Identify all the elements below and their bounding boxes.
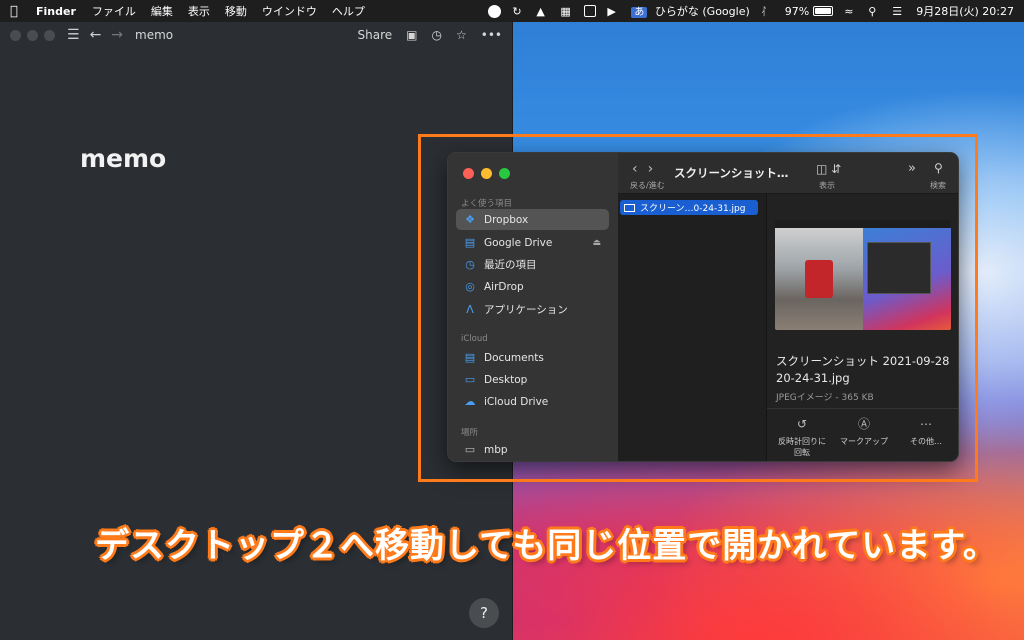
share-button[interactable]: Share <box>358 28 393 42</box>
ime-indicator[interactable]: あ ひらがな (Google) <box>631 3 750 19</box>
minimize-button[interactable] <box>27 29 38 41</box>
battery-percent: 97% <box>784 4 810 18</box>
bolt-icon[interactable] <box>488 4 502 18</box>
menu-help[interactable]: ヘルプ <box>332 3 365 19</box>
drive-icon[interactable]: ▲ <box>536 5 549 18</box>
comment-icon[interactable]: ▣ <box>406 28 417 42</box>
star-icon[interactable]: ☆ <box>456 28 467 42</box>
search-icon[interactable]: ⚲ <box>868 5 881 18</box>
menu-app-name[interactable]: Finder <box>36 5 76 18</box>
status-area: ↻ ▲ ▦ ▶ あ ひらがな (Google) ᛮ 97% ≈ ⚲ ☰ 9月28… <box>488 3 1014 19</box>
battery-icon <box>813 6 834 16</box>
menu-edit[interactable]: 編集 <box>151 3 173 19</box>
sync-icon[interactable]: ↻ <box>512 5 525 18</box>
memo-toolbar-actions: Share ▣ ◷ ☆ ••• <box>358 28 502 42</box>
control-center-icon[interactable]: ☰ <box>892 5 905 18</box>
menu-view[interactable]: 表示 <box>188 3 210 19</box>
zoom-button[interactable] <box>44 29 55 41</box>
clock-text[interactable]: 9月28日(火) 20:27 <box>916 3 1014 19</box>
window-icon[interactable] <box>584 5 597 17</box>
menu-go[interactable]: 移動 <box>225 3 247 19</box>
caption-text: デスクトップ２へ移動しても同じ位置で開かれています。 <box>95 526 998 566</box>
menu-icon[interactable]: ☰ <box>67 27 80 43</box>
menu-file[interactable]: ファイル <box>92 3 136 19</box>
more-icon[interactable]: ••• <box>481 28 502 42</box>
memo-toolbar: ☰ ← → memo Share ▣ ◷ ☆ ••• <box>0 22 512 48</box>
grid-icon[interactable]: ▦ <box>560 5 573 18</box>
breadcrumb[interactable]: memo <box>135 28 173 42</box>
play-icon[interactable]: ▶ <box>607 5 620 18</box>
page-title[interactable]: memo <box>80 144 166 173</box>
ime-label: ひらがな (Google) <box>654 5 750 18</box>
battery-status[interactable]: 97% <box>784 4 834 18</box>
menu-window[interactable]: ウインドウ <box>262 3 317 19</box>
history-icon[interactable]: ◷ <box>432 28 442 42</box>
forward-arrow-icon[interactable]: → <box>111 27 123 43</box>
apple-icon[interactable]:  <box>10 4 22 19</box>
close-button[interactable] <box>10 29 21 41</box>
window-controls <box>10 29 55 41</box>
ime-badge: あ <box>631 7 648 18</box>
menu-bar:  Finder ファイル 編集 表示 移動 ウインドウ ヘルプ ↻ ▲ ▦ ▶… <box>0 0 1024 22</box>
back-arrow-icon[interactable]: ← <box>90 27 102 43</box>
wifi-icon[interactable]: ≈ <box>844 5 857 18</box>
battery-fill <box>815 8 832 14</box>
help-button[interactable]: ? <box>469 598 499 628</box>
bluetooth-icon[interactable]: ᛮ <box>761 5 774 18</box>
highlight-frame <box>418 134 978 482</box>
